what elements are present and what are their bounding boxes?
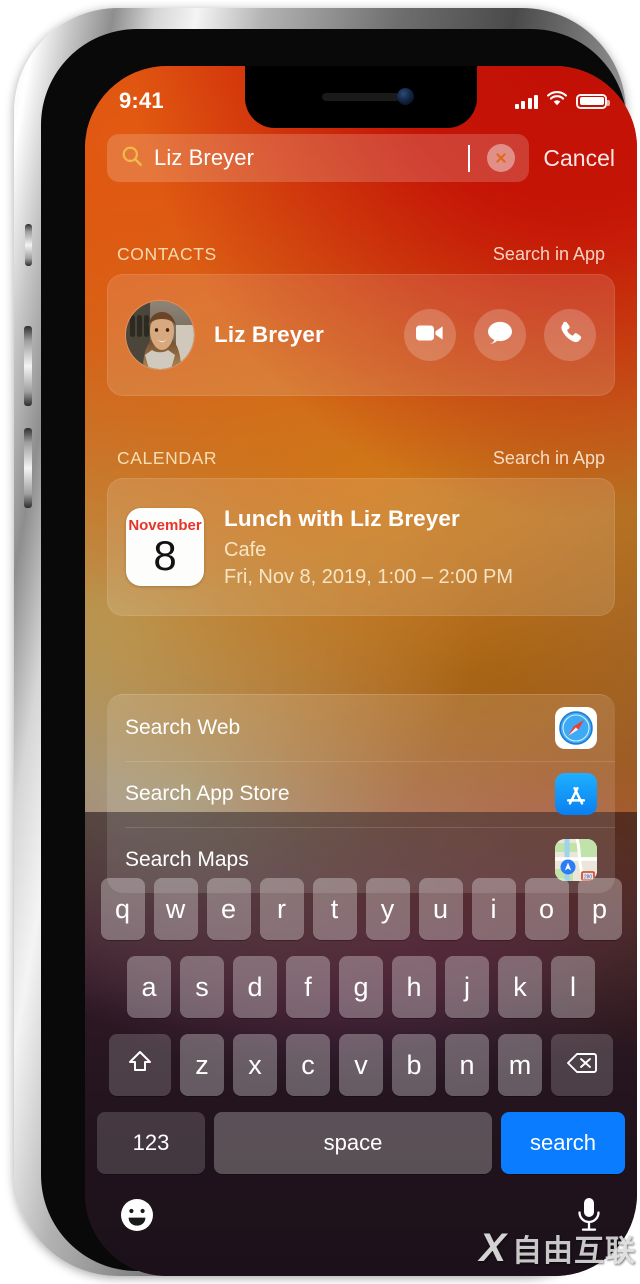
search-app-store-label: Search App Store	[125, 782, 290, 805]
key-i[interactable]: i	[471, 878, 516, 940]
clear-search-button[interactable]	[487, 144, 516, 172]
calendar-event-row[interactable]: November 8 Lunch with Liz Breyer Cafe Fr…	[108, 479, 614, 615]
watermark: X 自由互联	[479, 1226, 636, 1270]
numbers-key[interactable]: 123	[97, 1112, 205, 1174]
calendar-event-location: Cafe	[224, 538, 267, 561]
contact-action-buttons	[404, 309, 596, 361]
calendar-event-details: Lunch with Liz Breyer Cafe Fri, Nov 8, 2…	[224, 506, 513, 589]
backspace-icon	[567, 1050, 597, 1081]
status-bar: 9:41	[85, 66, 637, 128]
calendar-date-icon: November 8	[126, 508, 204, 586]
search-input[interactable]: Liz Breyer	[107, 134, 530, 182]
facetime-video-icon	[416, 323, 444, 348]
calendar-search-in-app-link[interactable]: Search in App	[493, 448, 605, 469]
calendar-event-card[interactable]: November 8 Lunch with Liz Breyer Cafe Fr…	[107, 478, 615, 616]
volume-down-button[interactable]	[24, 428, 32, 508]
phone-frame: 9:41 Liz Breyer Cancel CONTACTS Search i…	[14, 8, 637, 1276]
contact-row[interactable]: Liz Breyer	[108, 275, 614, 395]
key-j[interactable]: j	[445, 956, 489, 1018]
shift-arrow-icon	[128, 1049, 152, 1082]
search-bar-row: Liz Breyer Cancel	[85, 134, 637, 182]
safari-icon	[555, 707, 597, 749]
calendar-section-title: CALENDAR	[117, 448, 218, 468]
key-h[interactable]: h	[392, 956, 436, 1018]
app-store-icon	[555, 773, 597, 815]
key-d[interactable]: d	[233, 956, 277, 1018]
message-button[interactable]	[474, 309, 526, 361]
silent-switch[interactable]	[25, 224, 32, 266]
space-key[interactable]: space	[214, 1112, 492, 1174]
key-l[interactable]: l	[551, 956, 595, 1018]
volume-up-button[interactable]	[24, 326, 32, 406]
key-c[interactable]: c	[286, 1034, 330, 1096]
keyboard-row-1: q w e r t y u i o p	[85, 878, 637, 940]
message-bubble-icon	[487, 321, 513, 350]
contact-name: Liz Breyer	[214, 322, 324, 347]
key-k[interactable]: k	[498, 956, 542, 1018]
key-w[interactable]: w	[153, 878, 198, 940]
search-return-key[interactable]: search	[501, 1112, 625, 1174]
on-screen-keyboard: q w e r t y u i o p a s d f g h j k l z …	[85, 864, 637, 1276]
phone-bezel: 9:41 Liz Breyer Cancel CONTACTS Search i…	[41, 29, 637, 1276]
search-web-row[interactable]: Search Web	[107, 695, 615, 761]
key-m[interactable]: m	[498, 1034, 542, 1096]
contact-card[interactable]: Liz Breyer	[107, 274, 615, 396]
key-u[interactable]: u	[418, 878, 463, 940]
status-time: 9:41	[119, 88, 164, 113]
emoji-smiley-icon[interactable]	[119, 1197, 155, 1238]
contacts-section: CONTACTS Search in App Liz Breyer	[107, 244, 615, 396]
contacts-section-title: CONTACTS	[117, 244, 217, 264]
status-icons	[514, 91, 610, 111]
iphone-screen: 9:41 Liz Breyer Cancel CONTACTS Search i…	[85, 66, 637, 1276]
key-g[interactable]: g	[339, 956, 383, 1018]
key-b[interactable]: b	[392, 1034, 436, 1096]
call-button[interactable]	[544, 309, 596, 361]
search-query-text: Liz Breyer	[154, 145, 255, 170]
key-s[interactable]: s	[180, 956, 224, 1018]
signal-bars-icon	[514, 94, 538, 109]
watermark-logo: X	[479, 1226, 506, 1270]
key-t[interactable]: t	[312, 878, 357, 940]
key-r[interactable]: r	[259, 878, 304, 940]
calendar-event-time: Fri, Nov 8, 2019, 1:00 – 2:00 PM	[224, 565, 514, 588]
phone-handset-icon	[558, 320, 583, 350]
key-p[interactable]: p	[577, 878, 622, 940]
key-n[interactable]: n	[445, 1034, 489, 1096]
facetime-video-button[interactable]	[404, 309, 456, 361]
key-q[interactable]: q	[100, 878, 145, 940]
search-app-store-row[interactable]: Search App Store	[107, 761, 615, 827]
contacts-search-in-app-link[interactable]: Search in App	[493, 244, 605, 265]
contacts-section-header: CONTACTS Search in App	[107, 244, 615, 274]
search-icon	[121, 145, 143, 172]
battery-icon	[576, 93, 610, 109]
calendar-day-number: 8	[153, 531, 177, 579]
keyboard-row-2: a s d f g h j k l	[85, 956, 637, 1018]
calendar-month-label: November	[128, 516, 202, 534]
key-f[interactable]: f	[286, 956, 330, 1018]
cancel-button[interactable]: Cancel	[543, 145, 615, 172]
avatar	[126, 301, 194, 369]
delete-key[interactable]	[551, 1034, 613, 1096]
key-y[interactable]: y	[365, 878, 410, 940]
keyboard-row-3: z x c v b n m	[85, 1034, 637, 1096]
shift-key[interactable]	[109, 1034, 171, 1096]
calendar-section: CALENDAR Search in App November 8 Lunch …	[107, 448, 615, 616]
wifi-icon	[547, 91, 567, 111]
keyboard-row-4: 123 space search	[85, 1112, 637, 1174]
watermark-text: 自由互联	[512, 1235, 636, 1268]
key-a[interactable]: a	[127, 956, 171, 1018]
key-z[interactable]: z	[180, 1034, 224, 1096]
text-caret	[468, 144, 471, 172]
key-x[interactable]: x	[233, 1034, 277, 1096]
search-web-label: Search Web	[125, 716, 241, 739]
key-o[interactable]: o	[524, 878, 569, 940]
key-e[interactable]: e	[206, 878, 251, 940]
calendar-section-header: CALENDAR Search in App	[107, 448, 615, 478]
calendar-event-title: Lunch with Liz Breyer	[224, 505, 460, 531]
key-v[interactable]: v	[339, 1034, 383, 1096]
